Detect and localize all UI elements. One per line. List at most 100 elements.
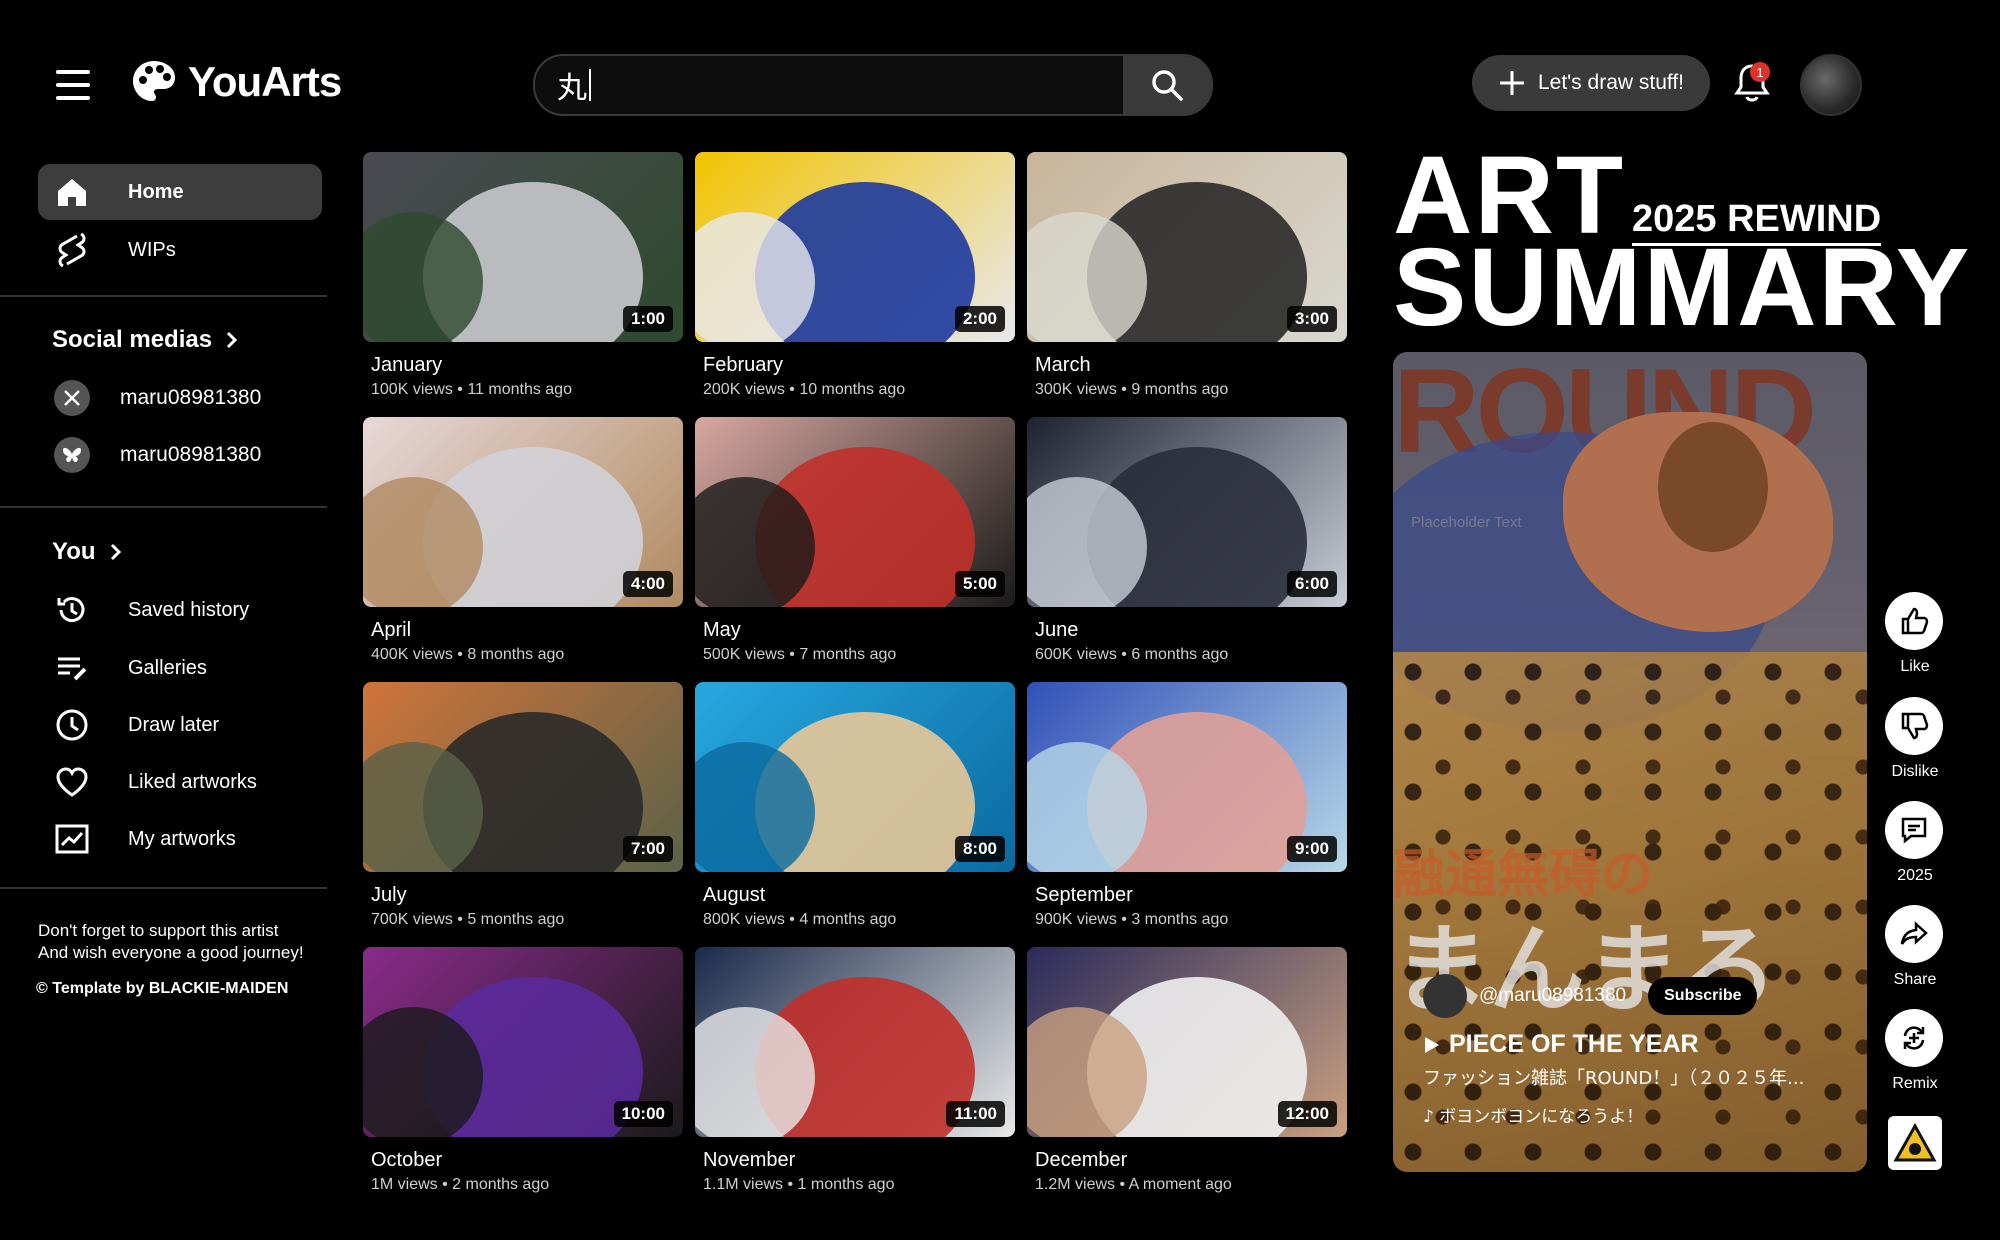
- heart-icon: [54, 764, 90, 800]
- summary-title-line: SUMMARY: [1393, 226, 1972, 349]
- video-thumbnail[interactable]: 5:00: [695, 417, 1015, 607]
- comment-action[interactable]: 2025: [1885, 801, 1945, 885]
- menu-icon[interactable]: [56, 70, 90, 100]
- video-thumbnail[interactable]: 8:00: [695, 682, 1015, 872]
- like-action[interactable]: Like: [1885, 592, 1945, 676]
- social-medias-header[interactable]: Social medias: [52, 326, 238, 354]
- video-title[interactable]: October: [371, 1149, 683, 1172]
- channel-name[interactable]: @maru08981380: [1479, 985, 1626, 1007]
- video-thumbnail[interactable]: 1:00: [363, 152, 683, 342]
- sidebar-item-galleries[interactable]: Galleries: [38, 640, 322, 696]
- video-card[interactable]: 8:00 August 800K views • 4 months ago: [695, 682, 1015, 929]
- dislike-action[interactable]: Dislike: [1885, 697, 1945, 781]
- sound-thumbnail[interactable]: [1888, 1116, 1942, 1170]
- featured-short[interactable]: ROUND Placeholder Text 融通無碍の まんまる @maru0…: [1393, 352, 1867, 1172]
- palette-icon: [133, 61, 175, 101]
- video-meta: 700K views • 5 months ago: [371, 911, 565, 928]
- video-card[interactable]: 7:00 July 700K views • 5 months ago: [363, 682, 683, 929]
- search-input[interactable]: 丸: [535, 56, 1123, 114]
- share-icon[interactable]: [1885, 905, 1943, 963]
- sidebar-item-label: Liked artworks: [128, 770, 257, 793]
- video-thumbnail[interactable]: 2:00: [695, 152, 1015, 342]
- app-logo[interactable]: YouArts: [130, 58, 342, 106]
- sidebar-item-my-artworks[interactable]: My artworks: [38, 811, 322, 867]
- search-button[interactable]: [1123, 56, 1211, 114]
- video-title[interactable]: July: [371, 884, 683, 907]
- video-card[interactable]: 9:00 September 900K views • 3 months ago: [1027, 682, 1347, 929]
- history-icon: [54, 592, 90, 628]
- video-card[interactable]: 2:00 February 200K views • 10 months ago: [695, 152, 1015, 399]
- thumb-down-icon[interactable]: [1885, 697, 1943, 755]
- channel-avatar[interactable]: [1423, 974, 1467, 1018]
- video-duration: 7:00: [622, 836, 673, 862]
- you-header[interactable]: You: [52, 538, 122, 566]
- comment-icon[interactable]: [1885, 801, 1943, 859]
- sidebar-item-saved-history[interactable]: Saved history: [38, 582, 322, 638]
- short-headline-text: PIECE OF THE YEAR: [1449, 1030, 1699, 1058]
- social-link-label: maru08981380: [120, 443, 262, 466]
- social-link-butterfly[interactable]: maru08981380: [54, 437, 261, 473]
- sidebar-item-home[interactable]: Home: [38, 164, 322, 220]
- sidebar-item-liked-artworks[interactable]: Liked artworks: [38, 754, 322, 810]
- short-song: ♪ ボヨンボヨンになろうよ！: [1423, 1102, 1643, 1127]
- warning-sign-icon: [1893, 1123, 1937, 1162]
- video-thumbnail[interactable]: 7:00: [363, 682, 683, 872]
- video-card[interactable]: 4:00 April 400K views • 8 months ago: [363, 417, 683, 664]
- video-title[interactable]: February: [703, 354, 1015, 377]
- sidebar-item-draw-later[interactable]: Draw later: [38, 697, 322, 753]
- video-duration: 1:00: [622, 306, 673, 332]
- remix-icon[interactable]: [1885, 1009, 1943, 1067]
- social-link-x[interactable]: maru08981380: [54, 380, 261, 416]
- video-card[interactable]: 1:00 January 100K views • 11 months ago: [363, 152, 683, 399]
- video-duration: 10:00: [613, 1101, 673, 1127]
- channel-row: @maru08981380 Subscribe: [1423, 974, 1758, 1018]
- sidebar-item-label: Home: [128, 180, 184, 203]
- sidebar-item-wips[interactable]: WIPs: [38, 222, 322, 278]
- video-meta: 600K views • 6 months ago: [1035, 646, 1229, 663]
- avatar[interactable]: [1800, 54, 1862, 116]
- divider: [0, 506, 327, 508]
- section-title: Social medias: [52, 326, 213, 353]
- video-title[interactable]: March: [1035, 354, 1347, 377]
- video-card[interactable]: 5:00 May 500K views • 7 months ago: [695, 417, 1015, 664]
- video-title[interactable]: August: [703, 884, 1015, 907]
- video-meta: 500K views • 7 months ago: [703, 646, 897, 663]
- video-duration: 5:00: [954, 571, 1005, 597]
- video-card[interactable]: 11:00 November 1.1M views • 1 months ago: [695, 947, 1015, 1194]
- search-bar[interactable]: 丸: [533, 54, 1213, 116]
- video-title[interactable]: April: [371, 619, 683, 642]
- butterfly-icon: [54, 437, 90, 473]
- remix-action[interactable]: Remix: [1885, 1009, 1945, 1093]
- video-card[interactable]: 6:00 June 600K views • 6 months ago: [1027, 417, 1347, 664]
- create-button[interactable]: Let's draw stuff!: [1472, 55, 1710, 111]
- share-action[interactable]: Share: [1885, 905, 1945, 989]
- chevron-right-icon: [227, 331, 238, 349]
- video-title[interactable]: November: [703, 1149, 1015, 1172]
- video-thumbnail[interactable]: 11:00: [695, 947, 1015, 1137]
- video-meta: 1M views • 2 months ago: [371, 1176, 550, 1193]
- video-thumbnail[interactable]: 3:00: [1027, 152, 1347, 342]
- video-duration: 6:00: [1286, 571, 1337, 597]
- video-title[interactable]: September: [1035, 884, 1347, 907]
- video-title[interactable]: May: [703, 619, 1015, 642]
- video-card[interactable]: 12:00 December 1.2M views • A moment ago: [1027, 947, 1347, 1194]
- template-credit: © Template by BLACKIE-MAIDEN: [36, 980, 289, 997]
- video-thumbnail[interactable]: 12:00: [1027, 947, 1347, 1137]
- video-card[interactable]: 10:00 October 1M views • 2 months ago: [363, 947, 683, 1194]
- x-icon: [54, 380, 90, 416]
- video-thumbnail[interactable]: 9:00: [1027, 682, 1347, 872]
- thumb-up-icon[interactable]: [1885, 592, 1943, 650]
- video-thumbnail[interactable]: 10:00: [363, 947, 683, 1137]
- video-thumbnail[interactable]: 4:00: [363, 417, 683, 607]
- video-duration: 2:00: [954, 306, 1005, 332]
- divider: [0, 295, 327, 297]
- video-thumbnail[interactable]: 6:00: [1027, 417, 1347, 607]
- video-title[interactable]: January: [371, 354, 683, 377]
- video-duration: 8:00: [954, 836, 1005, 862]
- subscribe-button[interactable]: Subscribe: [1648, 977, 1758, 1015]
- video-title[interactable]: June: [1035, 619, 1347, 642]
- video-title[interactable]: December: [1035, 1149, 1347, 1172]
- video-card[interactable]: 3:00 March 300K views • 9 months ago: [1027, 152, 1347, 399]
- action-label: Share: [1893, 971, 1937, 988]
- video-duration: 3:00: [1286, 306, 1337, 332]
